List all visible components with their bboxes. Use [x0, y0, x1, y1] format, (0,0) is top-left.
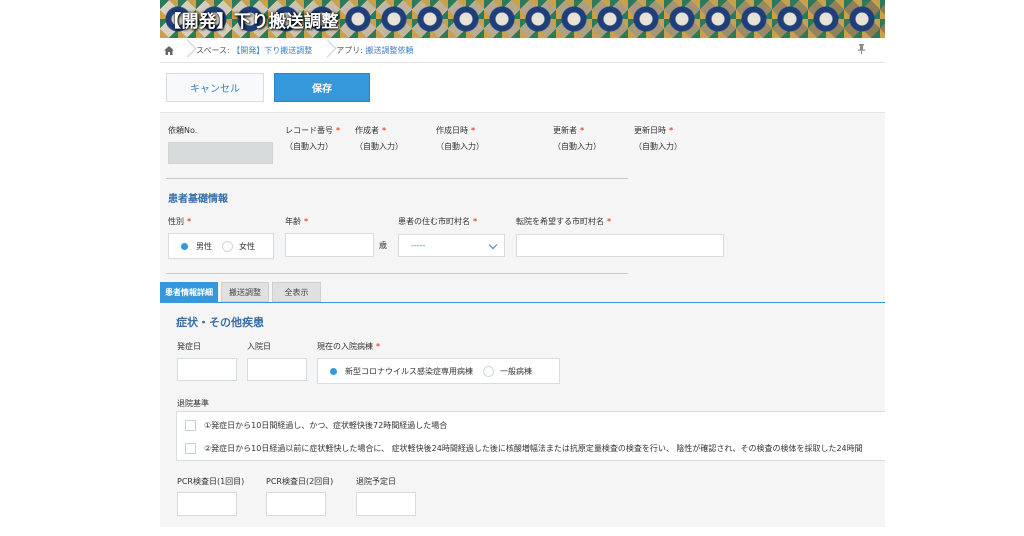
transfer-city-input[interactable]: [516, 234, 724, 257]
age-label: 年齢 *: [285, 217, 309, 226]
checkbox-icon[interactable]: [185, 443, 196, 454]
breadcrumb-space-prefix: スペース:: [196, 45, 230, 55]
chevron-down-icon: [488, 240, 498, 250]
app-window: 【開発】下り搬送調整 スペース: 【開発】下り搬送調整 アプリ: 搬送調整依頼 …: [160, 0, 885, 527]
age-unit: 歳: [379, 241, 387, 250]
discharge-plan-input[interactable]: [356, 492, 416, 516]
record-number-label: レコード番号 *: [285, 126, 341, 135]
breadcrumb-space-link[interactable]: 【開発】下り搬送調整: [232, 46, 312, 55]
breadcrumb-app-prefix: アプリ:: [336, 45, 363, 55]
onset-date-input[interactable]: [177, 358, 237, 381]
required-mark: *: [376, 342, 381, 351]
created-at-label: 作成日時 *: [436, 126, 476, 135]
record-number-value: （自動入力）: [285, 142, 333, 151]
save-button[interactable]: 保存: [274, 73, 370, 102]
updated-at-value: （自動入力）: [634, 142, 682, 151]
discharge-criteria-option-1[interactable]: ①発症日から10日間経過し、かつ、症状軽快後72時間経過した場合: [185, 420, 447, 431]
radio-selected-icon: [179, 240, 190, 252]
creator-value: （自動入力）: [355, 142, 403, 151]
required-mark: *: [607, 217, 612, 226]
admission-date-input[interactable]: [247, 358, 307, 381]
divider: [166, 273, 628, 274]
age-input[interactable]: [285, 233, 374, 257]
required-mark: *: [382, 126, 387, 135]
pcr1-label: PCR検査日(1回目): [177, 477, 245, 486]
tab-patient-detail[interactable]: 患者情報詳細: [160, 282, 218, 302]
required-mark: *: [471, 126, 476, 135]
tab-transport[interactable]: 搬送調整: [221, 282, 269, 302]
radio-selected-icon: [328, 365, 339, 377]
admission-date-label: 入院日: [247, 342, 271, 351]
creator-label: 作成者 *: [355, 126, 387, 135]
breadcrumb-space[interactable]: スペース: 【開発】下り搬送調整: [188, 45, 318, 56]
app-title: 【開発】下り搬送調整: [164, 12, 339, 32]
discharge-criteria-label: 退院基準: [177, 399, 209, 408]
breadcrumb-separator: [178, 38, 188, 63]
required-mark: *: [580, 126, 585, 135]
breadcrumb-separator: [318, 38, 328, 63]
sex-label: 性別 *: [168, 217, 192, 226]
request-no-field: [168, 142, 273, 164]
required-mark: *: [187, 217, 192, 226]
tab-bar: 患者情報詳細 搬送調整 全表示: [160, 282, 324, 302]
pin-icon[interactable]: [858, 44, 865, 57]
sex-radio-male[interactable]: 男性: [179, 240, 212, 252]
ward-radio-group: 新型コロナウイルス感染症専用病棟 一般病棟: [317, 358, 560, 384]
breadcrumb-app-link[interactable]: 搬送調整依頼: [366, 46, 414, 55]
radio-empty-icon: [222, 240, 233, 252]
city-label: 患者の住む市町村名 *: [398, 217, 478, 226]
tab-underline: [160, 302, 885, 303]
ward-radio-covid[interactable]: 新型コロナウイルス感染症専用病棟: [328, 365, 473, 377]
home-icon[interactable]: [160, 38, 178, 63]
discharge-plan-label: 退院予定日: [356, 477, 396, 486]
checkbox-icon[interactable]: [185, 420, 196, 431]
required-mark: *: [669, 126, 674, 135]
divider: [166, 178, 628, 179]
ward-radio-general[interactable]: 一般病棟: [483, 365, 532, 377]
required-mark: *: [304, 217, 309, 226]
city-select-value: -----: [411, 241, 426, 250]
discharge-criteria-option-2[interactable]: ②発症日から10日経過以前に症状軽快した場合に、 症状軽快後24時間経過した後に…: [185, 443, 863, 454]
pcr2-input[interactable]: [266, 492, 326, 516]
transfer-city-label: 転院を希望する市町村名 *: [516, 217, 612, 226]
pcr1-input[interactable]: [177, 492, 237, 516]
toolbar: キャンセル 保存: [160, 63, 885, 113]
radio-empty-icon: [483, 365, 494, 377]
header-banner: 【開発】下り搬送調整: [160, 0, 885, 38]
city-select[interactable]: -----: [398, 234, 505, 257]
ward-label: 現在の入院病棟 *: [317, 342, 381, 351]
sex-radio-female[interactable]: 女性: [222, 240, 255, 252]
tab-show-all[interactable]: 全表示: [272, 282, 321, 302]
updater-value: （自動入力）: [553, 142, 601, 151]
discharge-criteria-panel: ①発症日から10日間経過し、かつ、症状軽快後72時間経過した場合 ②発症日から1…: [176, 411, 885, 461]
pcr2-label: PCR検査日(2回目): [266, 477, 334, 486]
breadcrumb: スペース: 【開発】下り搬送調整 アプリ: 搬送調整依頼: [160, 38, 885, 63]
required-mark: *: [336, 126, 341, 135]
updater-label: 更新者 *: [553, 126, 585, 135]
request-no-label: 依頼No.: [168, 126, 198, 135]
required-mark: *: [473, 217, 478, 226]
symptoms-title: 症状・その他疾患: [176, 316, 264, 329]
created-at-value: （自動入力）: [436, 142, 484, 151]
cancel-button[interactable]: キャンセル: [166, 73, 264, 102]
updated-at-label: 更新日時 *: [634, 126, 674, 135]
sex-radio-group: 男性 女性: [168, 233, 274, 259]
breadcrumb-app[interactable]: アプリ: 搬送調整依頼: [328, 45, 419, 56]
onset-date-label: 発症日: [177, 342, 201, 351]
patient-basic-title: 患者基礎情報: [168, 194, 228, 205]
